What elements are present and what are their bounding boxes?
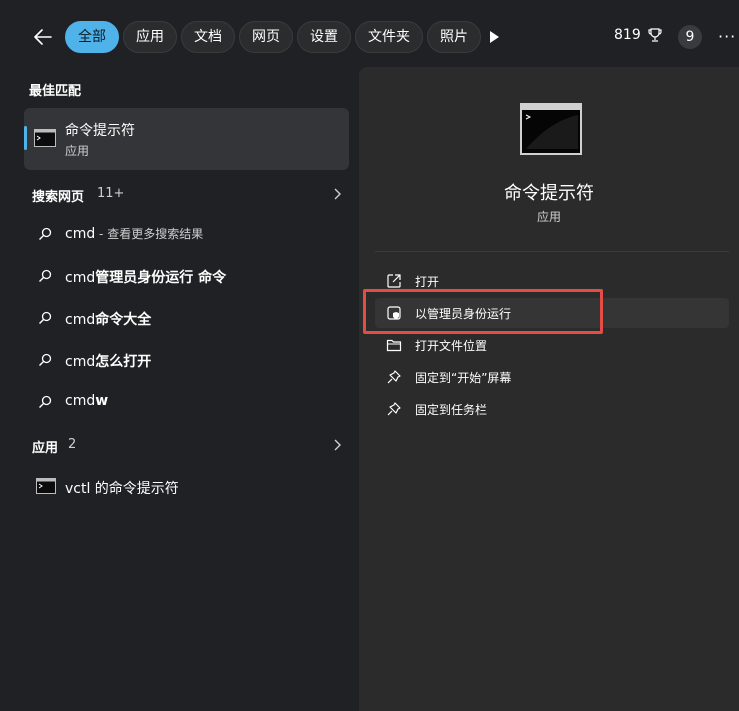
run-as-admin-action[interactable]: 以管理员身份运行 bbox=[375, 298, 729, 328]
open-file-location-action[interactable]: 打开文件位置 bbox=[375, 330, 729, 360]
pin-icon bbox=[387, 402, 401, 416]
detail-title: 命令提示符 bbox=[504, 183, 594, 204]
open-file-location-label: 打开文件位置 bbox=[415, 339, 488, 353]
web-result-text: cmdw bbox=[65, 393, 109, 409]
pin-to-taskbar-action[interactable]: 固定到任务栏 bbox=[375, 394, 729, 424]
apps-label: 应用 bbox=[32, 441, 59, 456]
web-result-4[interactable]: cmd怎么打开 bbox=[24, 343, 349, 379]
back-arrow-icon bbox=[34, 29, 52, 45]
tab-apps[interactable]: 应用 bbox=[123, 21, 177, 53]
web-result-3[interactable]: cmd命令大全 bbox=[24, 301, 349, 337]
apps-count: 2 bbox=[68, 437, 77, 452]
search-icon bbox=[39, 395, 52, 408]
web-result-2[interactable]: cmd管理员身份运行 命令 bbox=[24, 259, 349, 295]
app-result-vctl-cmd[interactable]: vctl 的命令提示符 bbox=[24, 472, 349, 502]
top-bar: 全部 应用 文档 网页 设置 文件夹 照片 819 9 ··· bbox=[0, 0, 739, 70]
tab-folders[interactable]: 文件夹 bbox=[355, 21, 423, 53]
rewards-points[interactable]: 819 bbox=[614, 27, 663, 43]
chevron-right-icon bbox=[334, 188, 341, 200]
chevron-right-icon bbox=[334, 439, 341, 451]
search-icon bbox=[39, 227, 52, 240]
pin-to-taskbar-label: 固定到任务栏 bbox=[415, 403, 488, 417]
open-action[interactable]: 打开 bbox=[375, 266, 729, 296]
web-result-text: cmd命令大全 bbox=[65, 312, 152, 328]
web-result-text: cmd怎么打开 bbox=[65, 354, 152, 370]
more-filters-button[interactable] bbox=[484, 27, 504, 47]
best-match-type: 应用 bbox=[65, 144, 90, 158]
tab-settings[interactable]: 设置 bbox=[297, 21, 351, 53]
search-icon bbox=[39, 311, 52, 324]
points-value: 819 bbox=[614, 27, 641, 43]
more-options-button[interactable]: ··· bbox=[718, 27, 736, 46]
pin-to-start-label: 固定到“开始”屏幕 bbox=[415, 371, 512, 385]
divider bbox=[375, 251, 729, 252]
selection-indicator bbox=[24, 126, 27, 150]
cmd-app-icon bbox=[36, 478, 56, 494]
run-as-admin-label: 以管理员身份运行 bbox=[415, 307, 512, 321]
best-match-title: 命令提示符 bbox=[65, 123, 135, 139]
detail-panel: 命令提示符 应用 打开 以管理员身份运行 打开文件位置 固定到“开始”屏幕 固定… bbox=[359, 67, 739, 711]
apps-section-header[interactable]: 应用 2 bbox=[24, 432, 349, 460]
web-result-5[interactable]: cmdw bbox=[24, 385, 349, 421]
cmd-large-icon bbox=[520, 103, 582, 159]
tab-all[interactable]: 全部 bbox=[65, 21, 119, 53]
shield-icon bbox=[387, 306, 401, 320]
tab-documents[interactable]: 文档 bbox=[181, 21, 235, 53]
search-window: 全部 应用 文档 网页 设置 文件夹 照片 819 9 ··· 最佳匹配 命令提… bbox=[0, 0, 739, 711]
best-match-heading: 最佳匹配 bbox=[29, 84, 82, 99]
trophy-icon bbox=[648, 28, 662, 42]
back-button[interactable] bbox=[30, 24, 56, 50]
search-icon bbox=[39, 353, 52, 366]
detail-subtitle: 应用 bbox=[536, 210, 561, 224]
tab-photos[interactable]: 照片 bbox=[427, 21, 481, 53]
web-search-label: 搜索网页 bbox=[32, 190, 85, 205]
account-badge[interactable]: 9 bbox=[678, 25, 702, 49]
search-icon bbox=[39, 269, 52, 282]
pin-to-start-action[interactable]: 固定到“开始”屏幕 bbox=[375, 362, 729, 392]
open-label: 打开 bbox=[415, 275, 440, 289]
web-result-1[interactable]: cmd - 查看更多搜索结果 bbox=[24, 217, 349, 253]
web-result-text: cmd - 查看更多搜索结果 bbox=[65, 226, 204, 242]
pin-icon bbox=[387, 370, 401, 384]
cmd-app-icon bbox=[34, 129, 56, 147]
app-result-label: vctl 的命令提示符 bbox=[65, 481, 179, 497]
filter-tabs: 全部 应用 文档 网页 设置 文件夹 照片 bbox=[65, 21, 481, 53]
open-external-icon bbox=[387, 274, 401, 288]
play-icon bbox=[490, 31, 499, 43]
web-search-count: 11+ bbox=[97, 186, 125, 201]
web-result-text: cmd管理员身份运行 命令 bbox=[65, 270, 227, 286]
folder-icon bbox=[386, 339, 402, 352]
best-match-item[interactable]: 命令提示符 应用 bbox=[24, 108, 349, 170]
tab-web[interactable]: 网页 bbox=[239, 21, 293, 53]
web-search-section-header[interactable]: 搜索网页 11+ bbox=[24, 181, 349, 209]
